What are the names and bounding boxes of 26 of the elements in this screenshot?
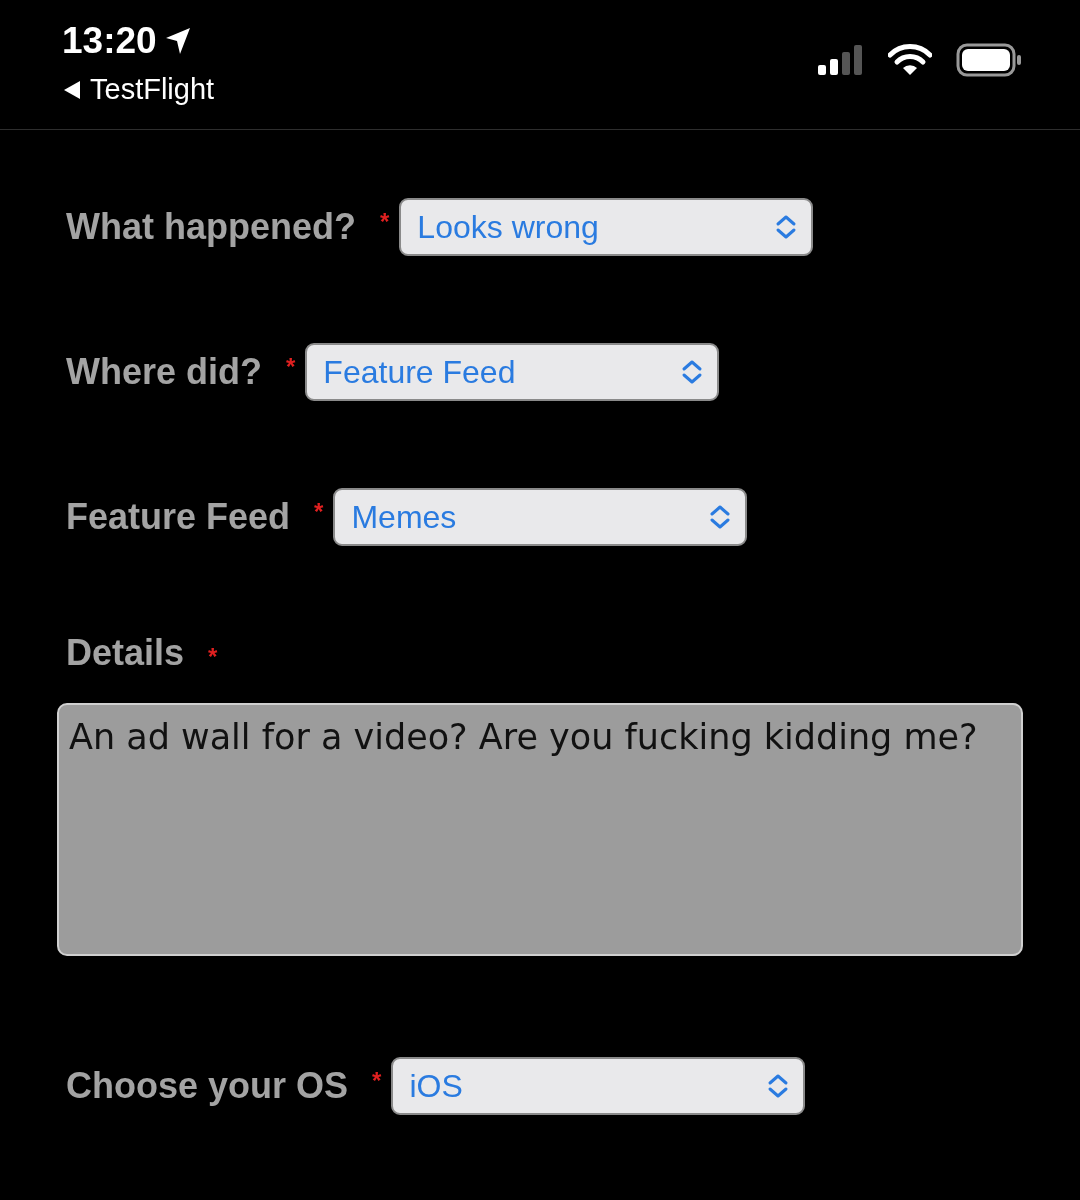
required-mark: * xyxy=(372,1066,382,1096)
field-label: What happened? xyxy=(66,205,356,249)
field-label: Details xyxy=(66,631,185,675)
required-mark: * xyxy=(380,207,390,237)
wifi-icon xyxy=(888,44,932,76)
field-label: Choose your OS xyxy=(66,1064,349,1108)
field-label: Feature Feed xyxy=(66,495,291,539)
chevron-updown-icon xyxy=(681,359,704,385)
battery-icon xyxy=(956,43,1022,77)
back-link[interactable]: TestFlight xyxy=(62,75,215,104)
dropdown[interactable]: Looks wrong xyxy=(399,198,814,256)
dropdown[interactable]: Memes xyxy=(333,488,748,546)
details-field[interactable]: An ad wall for a video? Are you fucking kidding me? xyxy=(57,703,1023,956)
chevron-updown-icon xyxy=(709,504,732,530)
field-label: Where did? xyxy=(66,350,262,394)
location-arrow-icon xyxy=(164,26,191,55)
dropdown[interactable]: Feature Feed xyxy=(305,343,720,401)
chevron-updown-icon xyxy=(775,214,798,240)
back-icon xyxy=(62,79,82,100)
clock-time: 13:20 xyxy=(62,22,157,59)
required-mark: * xyxy=(208,642,218,672)
required-mark: * xyxy=(314,497,324,527)
required-mark: * xyxy=(286,352,296,382)
signal-icon xyxy=(818,45,864,75)
dropdown[interactable]: iOS xyxy=(391,1057,806,1115)
chevron-updown-icon xyxy=(767,1073,790,1099)
